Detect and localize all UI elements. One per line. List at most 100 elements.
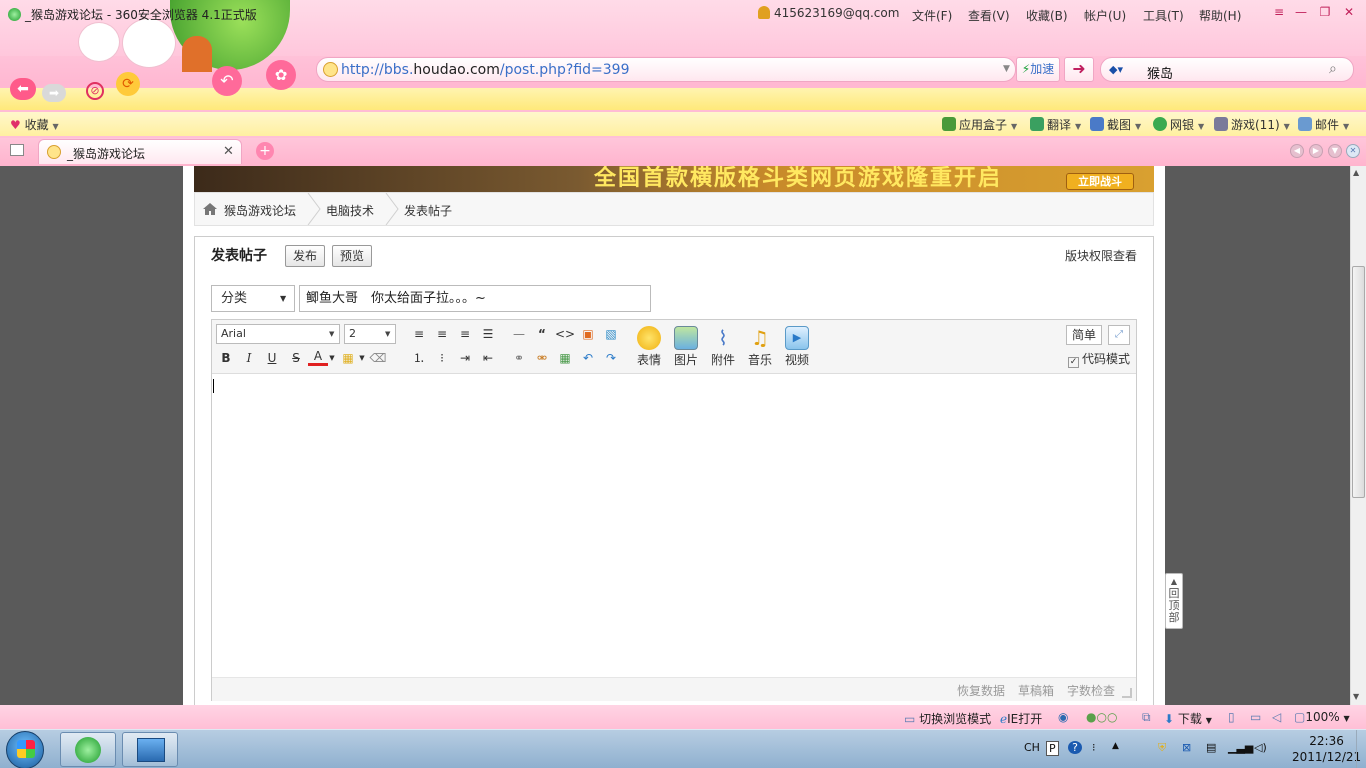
volume-icon[interactable]: ◁ [1272,710,1281,724]
attachment-button[interactable]: ⌇ 附件 [708,326,738,368]
menu-account[interactable]: 帐户(U) [1084,7,1126,24]
scrollbar-thumb[interactable] [1352,266,1365,498]
clean-icon[interactable]: ▯ [1228,710,1235,724]
menu-tools[interactable]: 工具(T) [1143,7,1184,24]
download-button[interactable]: ⬇ 下载 ▼ [1164,710,1212,727]
forward-button[interactable]: ➡ [42,84,66,102]
menu-help[interactable]: 帮助(H) [1199,7,1241,24]
ad-banner[interactable]: 全国首款横版格斗类网页游戏隆重开启 立即战斗 [194,166,1154,192]
switch-mode-button[interactable]: ▭ 切换浏览模式 [904,710,991,727]
refresh-icon[interactable]: ⟳ [116,72,140,96]
word-count-link[interactable]: 字数检查 [1067,682,1115,699]
menu-file[interactable]: 文件(F) [912,7,952,24]
unlink-icon[interactable]: ⚮ [532,348,552,368]
banner-cta-button[interactable]: 立即战斗 [1066,173,1134,190]
italic-icon[interactable]: I [239,348,259,368]
menu-favorites[interactable]: 收藏(B) [1026,7,1068,24]
toggle-switch-icon[interactable]: ●○○ [1086,710,1117,724]
font-size-select[interactable]: 2 ▼ [344,324,396,344]
ie-open-button[interactable]: ℯIE打开 [1000,710,1042,727]
close-window-icon[interactable]: ✕ [1340,4,1358,20]
go-button[interactable]: ➜ [1064,57,1094,82]
security-center-icon[interactable]: ⊠ [1182,741,1191,754]
favorites-menu[interactable]: ♥ 收藏 ▼ [10,116,59,133]
chevron-down-icon[interactable]: ▼ [328,348,336,368]
align-left-icon[interactable]: ≡ [409,324,429,344]
screen-icon[interactable]: ▭ [1250,710,1261,724]
tab-list-icon[interactable] [10,144,24,156]
tab-menu-icon[interactable]: ▼ [1328,144,1342,158]
strikethrough-icon[interactable]: S [286,348,306,368]
search-icon[interactable]: ⌕ [1329,61,1337,77]
align-center-icon[interactable]: ≡ [432,324,452,344]
show-hidden-icons[interactable]: ▲ [1112,741,1119,751]
tab-scroll-right-icon[interactable]: ▶ [1309,144,1323,158]
show-desktop-button[interactable] [1356,730,1366,768]
underline-icon[interactable]: U [262,348,282,368]
quote-icon[interactable]: “ [532,324,552,344]
speed-up-button[interactable]: ⚡加速 [1016,57,1060,82]
bank-button[interactable]: 网银 ▼ [1153,116,1204,133]
search-input[interactable]: 猴岛 [1147,63,1173,82]
vertical-scrollbar[interactable]: ▲ ▼ [1350,166,1366,705]
home-paw-icon[interactable]: ✿ [266,60,296,90]
screenshot-button[interactable]: 截图 ▼ [1090,116,1141,133]
permission-link[interactable]: 版块权限查看 [1065,247,1137,264]
font-family-select[interactable]: Arial ▼ [216,324,340,344]
bold-icon[interactable]: B [216,348,236,368]
start-button[interactable] [6,731,44,768]
tab-scroll-left-icon[interactable]: ◀ [1290,144,1304,158]
code-icon[interactable]: <> [555,324,575,344]
mail-button[interactable]: 邮件 ▼ [1298,116,1349,133]
tab-houdao[interactable]: _猴岛游戏论坛 ✕ [38,139,242,164]
usb-icon[interactable]: ▤ [1206,741,1216,754]
account-indicator[interactable]: 415623169@qq.com [758,6,899,20]
restore-icon[interactable]: ❐ [1316,4,1334,20]
ime-icon[interactable]: P [1046,741,1059,756]
restore-data-link[interactable]: 恢复数据 [957,682,1005,699]
breadcrumb-forum[interactable]: 猴岛游戏论坛 [224,202,296,219]
games-button[interactable]: 游戏(11) ▼ [1214,116,1290,133]
font-color-icon[interactable]: A [308,348,328,366]
minimize-icon[interactable]: — [1292,4,1310,20]
fullscreen-icon[interactable]: ⤢ [1108,325,1130,345]
table-icon[interactable]: ▦ [555,348,575,368]
back-to-top-button[interactable]: ▲ 回顶部 [1165,573,1183,629]
align-justify-icon[interactable]: ☰ [478,324,498,344]
help-icon[interactable]: ? [1068,741,1082,754]
resize-grip-icon[interactable] [1122,688,1132,698]
skin-menu-icon[interactable]: ≡ [1270,4,1288,20]
category-select[interactable]: 分类 ▼ [211,285,295,312]
background-color-icon[interactable]: ▦ [338,348,358,368]
free-content-icon[interactable]: ▣ [578,324,598,344]
checkbox-checked-icon[interactable]: ✓ [1068,357,1079,368]
undo-close-tab-icon[interactable]: ↶ [212,66,242,96]
redo-icon[interactable]: ↷ [601,348,621,368]
video-button[interactable]: ▶ 视频 [782,326,812,368]
link-icon[interactable]: ⚭ [509,348,529,368]
unordered-list-icon[interactable]: ⁝ [432,348,452,368]
translate-button[interactable]: 翻译 ▼ [1030,116,1081,133]
ordered-list-icon[interactable]: ⒈ [409,348,429,368]
simple-mode-button[interactable]: 简单 [1066,325,1102,345]
back-button[interactable]: ⬅ [10,78,36,100]
stop-icon[interactable]: ⊘ [86,82,104,100]
scroll-down-icon[interactable]: ▼ [1353,692,1359,701]
taskbar-app[interactable] [122,732,178,767]
publish-button[interactable]: 发布 [285,245,326,267]
music-button[interactable]: ♫ 音乐 [745,326,775,368]
system-clock[interactable]: 22:36 2011/12/21 [1292,733,1361,765]
language-indicator[interactable]: CH [1024,741,1040,754]
undo-icon[interactable]: ↶ [578,348,598,368]
editor-body[interactable] [212,375,1136,677]
shield-icon[interactable]: ⛨ [1158,741,1166,755]
code-mode-checkbox[interactable]: ✓ 代码模式 [1068,350,1130,368]
image-button[interactable]: 图片 [671,326,701,368]
search-engine-icon[interactable]: ◆▾ [1109,63,1123,76]
app-box-button[interactable]: 应用盒子 ▼ [942,116,1017,133]
chevron-down-icon[interactable]: ▼ [358,348,366,368]
scroll-up-icon[interactable]: ▲ [1353,168,1359,177]
preview-button[interactable]: 预览 [332,245,373,267]
search-box[interactable]: ◆▾ 猴岛 ⌕ [1100,57,1354,82]
drafts-link[interactable]: 草稿箱 [1018,682,1054,699]
